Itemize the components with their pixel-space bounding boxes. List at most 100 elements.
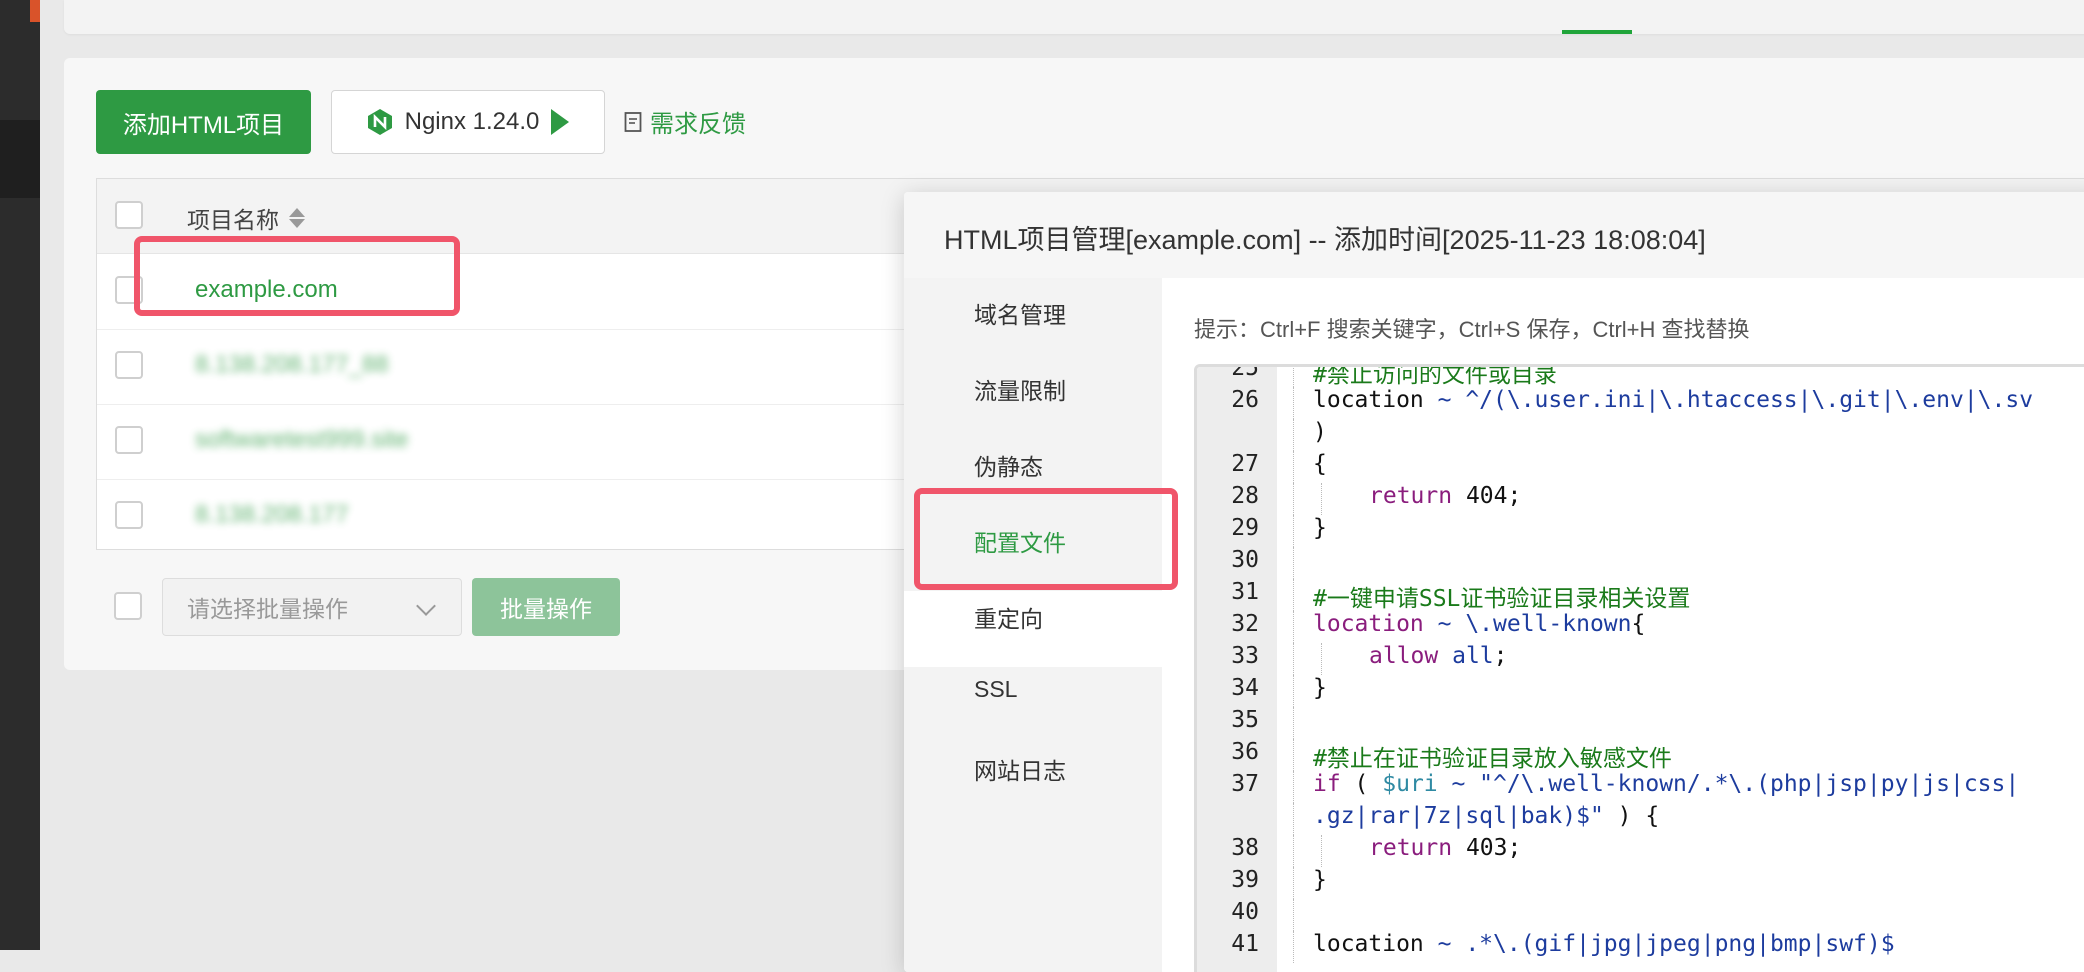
indent-guide: [1293, 547, 1295, 579]
edit-note-icon: [624, 111, 642, 132]
sort-icon[interactable]: [289, 206, 305, 230]
code-line: 28 return 404;: [1197, 483, 2084, 515]
nginx-version-label: Nginx 1.24.0: [404, 108, 540, 135]
code-token: location: [1313, 611, 1424, 637]
batch-operation-button[interactable]: 批量操作: [472, 578, 620, 636]
rail-active-item[interactable]: [0, 120, 40, 198]
code-token: ;: [1493, 643, 1508, 669]
code-line: ): [1197, 419, 2084, 451]
indent-guide: [1293, 451, 1295, 483]
code-text: .gz|rar|7z|sql|bak)$" ) {: [1313, 803, 1659, 829]
code-token: {: [1313, 451, 1327, 477]
indent-guide: [1293, 739, 1295, 771]
column-header-project-name[interactable]: 项目名称: [187, 201, 305, 235]
project-name-link[interactable]: 8.138.208.177: [195, 501, 348, 529]
indent-guide: [1293, 515, 1295, 547]
left-sidebar-rail: [0, 0, 40, 950]
code-token: (: [1340, 771, 1383, 797]
code-line: 36 #禁止在证书验证目录放入敏感文件: [1197, 739, 2084, 772]
row-checkbox[interactable]: [115, 426, 143, 454]
menu-ssl[interactable]: SSL: [974, 676, 1017, 703]
code-text: #一键申请SSL证书验证目录相关设置: [1313, 579, 1690, 613]
indent-guide: [1293, 707, 1295, 739]
line-number: 35: [1231, 707, 1259, 733]
menu-traffic-limit[interactable]: 流量限制: [974, 372, 1066, 406]
code-text: ): [1313, 419, 1327, 445]
code-token: 404;: [1452, 483, 1522, 509]
code-line: 41 location ~ .*\.(gif|jpg|jpeg|png|bmp|s…: [1197, 931, 2084, 963]
batch-select-checkbox[interactable]: [114, 592, 142, 620]
line-number: 31: [1231, 579, 1259, 605]
menu-redirect[interactable]: 重定向: [974, 600, 1043, 634]
active-tab-indicator: [1562, 30, 1632, 34]
line-number: 39: [1231, 867, 1259, 893]
code-line: 32 location ~ \.well-known{: [1197, 611, 2084, 643]
line-number: 38: [1231, 835, 1259, 861]
config-code-editor[interactable]: 25 #禁止访问的文件或目录 26 location ~ ^/(\.user.ini|…: [1194, 364, 2084, 972]
indent-guide: [1293, 387, 1295, 419]
line-number: 40: [1231, 899, 1259, 925]
nginx-icon: [367, 109, 392, 135]
code-text: return 403;: [1369, 835, 1521, 861]
indent-guide: [1293, 419, 1295, 451]
add-html-project-button[interactable]: 添加HTML项目: [96, 90, 311, 154]
code-text: if ( $uri ~ "^/\.well-known/.*\.(php|jsp…: [1313, 771, 2019, 797]
code-token: 403;: [1452, 835, 1522, 861]
menu-domain-management[interactable]: 域名管理: [974, 296, 1066, 330]
code-token: ~ ^/(\.user.ini|\.htaccess|\.git|\.env|\…: [1423, 387, 2034, 413]
menu-rewrite[interactable]: 伪静态: [974, 448, 1043, 482]
indent-guide: [1321, 483, 1323, 515]
menu-site-log[interactable]: 网站日志: [974, 752, 1066, 786]
line-number: 37: [1231, 771, 1259, 797]
nginx-version-button[interactable]: Nginx 1.24.0: [331, 90, 605, 154]
code-line: 33 allow all;: [1197, 643, 2084, 675]
project-name-link[interactable]: 8.138.208.177_88: [195, 351, 389, 379]
column-header-label: 项目名称: [187, 207, 279, 233]
indent-guide: [1293, 579, 1295, 611]
row-checkbox[interactable]: [115, 351, 143, 379]
indent-guide: [1293, 803, 1295, 835]
indent-guide: [1293, 675, 1295, 707]
batch-operation-select[interactable]: 请选择批量操作: [162, 578, 462, 636]
code-token: return: [1369, 835, 1453, 861]
play-icon: [551, 109, 570, 135]
indent-guide: [1293, 867, 1295, 899]
indent-guide: [1321, 835, 1323, 867]
code-text: location ~ \.well-known{: [1313, 611, 1645, 637]
code-token: if: [1313, 771, 1341, 797]
project-name-link[interactable]: softwaretest999.site: [195, 426, 408, 454]
code-line: 34}: [1197, 675, 2084, 707]
row-checkbox[interactable]: [115, 501, 143, 529]
code-text: location ~ .*\.(gif|jpg|jpeg|png|bmp|swf…: [1313, 931, 1895, 957]
code-token: $uri: [1382, 771, 1438, 797]
line-number: 25: [1231, 364, 1259, 381]
code-line: 26 location ~ ^/(\.user.ini|\.htaccess|\.…: [1197, 387, 2084, 419]
code-text: return 404;: [1369, 483, 1521, 509]
code-token: ~ .*\.(gif|jpg|jpeg|png|bmp|swf)$: [1423, 931, 1895, 957]
code-line: 35: [1197, 707, 2084, 739]
highlight-project-name: [134, 236, 460, 316]
line-number: 36: [1231, 739, 1259, 765]
line-number: 29: [1231, 515, 1259, 541]
code-token: #一键申请SSL证书验证目录相关设置: [1313, 586, 1691, 612]
code-line: 29}: [1197, 515, 2084, 547]
indent-guide: [1293, 483, 1295, 515]
code-text: }: [1313, 515, 1327, 541]
code-line: 37 if ( $uri ~ "^/\.well-known/.*\.(php|j…: [1197, 771, 2084, 803]
indent-guide: [1321, 643, 1323, 675]
line-number: 41: [1231, 931, 1259, 957]
feedback-label: 需求反馈: [650, 111, 746, 138]
select-all-checkbox[interactable]: [115, 201, 143, 229]
code-line: 30: [1197, 547, 2084, 579]
code-line: 39}: [1197, 867, 2084, 899]
code-token: #禁止在证书验证目录放入敏感文件: [1313, 746, 1672, 772]
indent-guide: [1293, 899, 1295, 931]
line-number: 27: [1231, 451, 1259, 477]
code-token: ~ "^/\.well-known/.*\.(php|jsp|py|js|css…: [1437, 771, 2020, 797]
code-token: all: [1438, 643, 1494, 669]
line-number: 34: [1231, 675, 1259, 701]
code-token: {: [1631, 611, 1646, 637]
code-line: 38 return 403;: [1197, 835, 2084, 867]
code-line: 31 #一键申请SSL证书验证目录相关设置: [1197, 579, 2084, 613]
feedback-link[interactable]: 需求反馈: [624, 104, 746, 139]
